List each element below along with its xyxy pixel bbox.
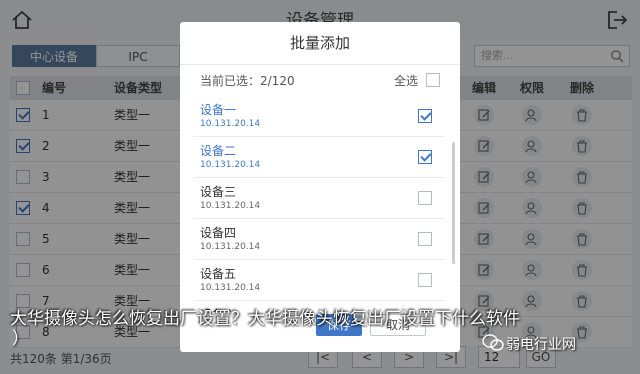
caption-overlay-line2: ） <box>12 329 29 349</box>
device-list: 设备一 10.131.20.14 设备二 10.131.20.14 设备三 10.131.… <box>194 96 444 312</box>
device-checkbox[interactable] <box>418 232 432 246</box>
device-name: 设备一 <box>200 103 237 117</box>
selected-count: 当前已选：2/120 <box>200 74 295 88</box>
list-item[interactable]: 设备二 10.131.20.14 <box>194 137 444 178</box>
device-name: 设备四 <box>200 226 237 240</box>
list-scrollbar[interactable] <box>452 142 455 264</box>
device-checkbox[interactable] <box>418 273 432 287</box>
select-all-checkbox-dialog[interactable] <box>426 73 440 87</box>
device-name: 设备二 <box>200 144 237 158</box>
device-ip: 10.131.20.14 <box>200 160 261 170</box>
batch-add-dialog: 批量添加 当前已选：2/120 全选 设备一 10.131.20.14 设备二 10.… <box>180 22 460 352</box>
device-ip: 10.131.20.14 <box>200 242 261 252</box>
device-ip: 10.131.20.14 <box>200 283 261 293</box>
device-ip: 10.131.20.14 <box>200 201 261 211</box>
device-checkbox[interactable] <box>418 150 432 164</box>
device-name: 设备五 <box>200 267 237 281</box>
list-item[interactable]: 设备一 10.131.20.14 <box>194 96 444 137</box>
select-all-label: 全选 <box>393 74 418 88</box>
device-checkbox[interactable] <box>418 191 432 205</box>
caption-overlay: 大华摄像头怎么恢复出厂设置？大华摄像头恢复出厂设置下什么软件 <box>10 309 520 329</box>
device-name: 设备三 <box>200 185 237 199</box>
wechat-icon <box>482 334 504 351</box>
list-item[interactable]: 设备五 10.131.20.14 <box>194 260 444 301</box>
dialog-title: 批量添加 <box>180 22 460 65</box>
list-item[interactable]: 设备三 10.131.20.14 <box>194 178 444 219</box>
watermark-text: 弱电行业网 <box>506 337 576 353</box>
list-item[interactable]: 设备四 10.131.20.14 <box>194 219 444 260</box>
device-ip: 10.131.20.14 <box>200 119 261 129</box>
device-checkbox[interactable] <box>418 109 432 123</box>
